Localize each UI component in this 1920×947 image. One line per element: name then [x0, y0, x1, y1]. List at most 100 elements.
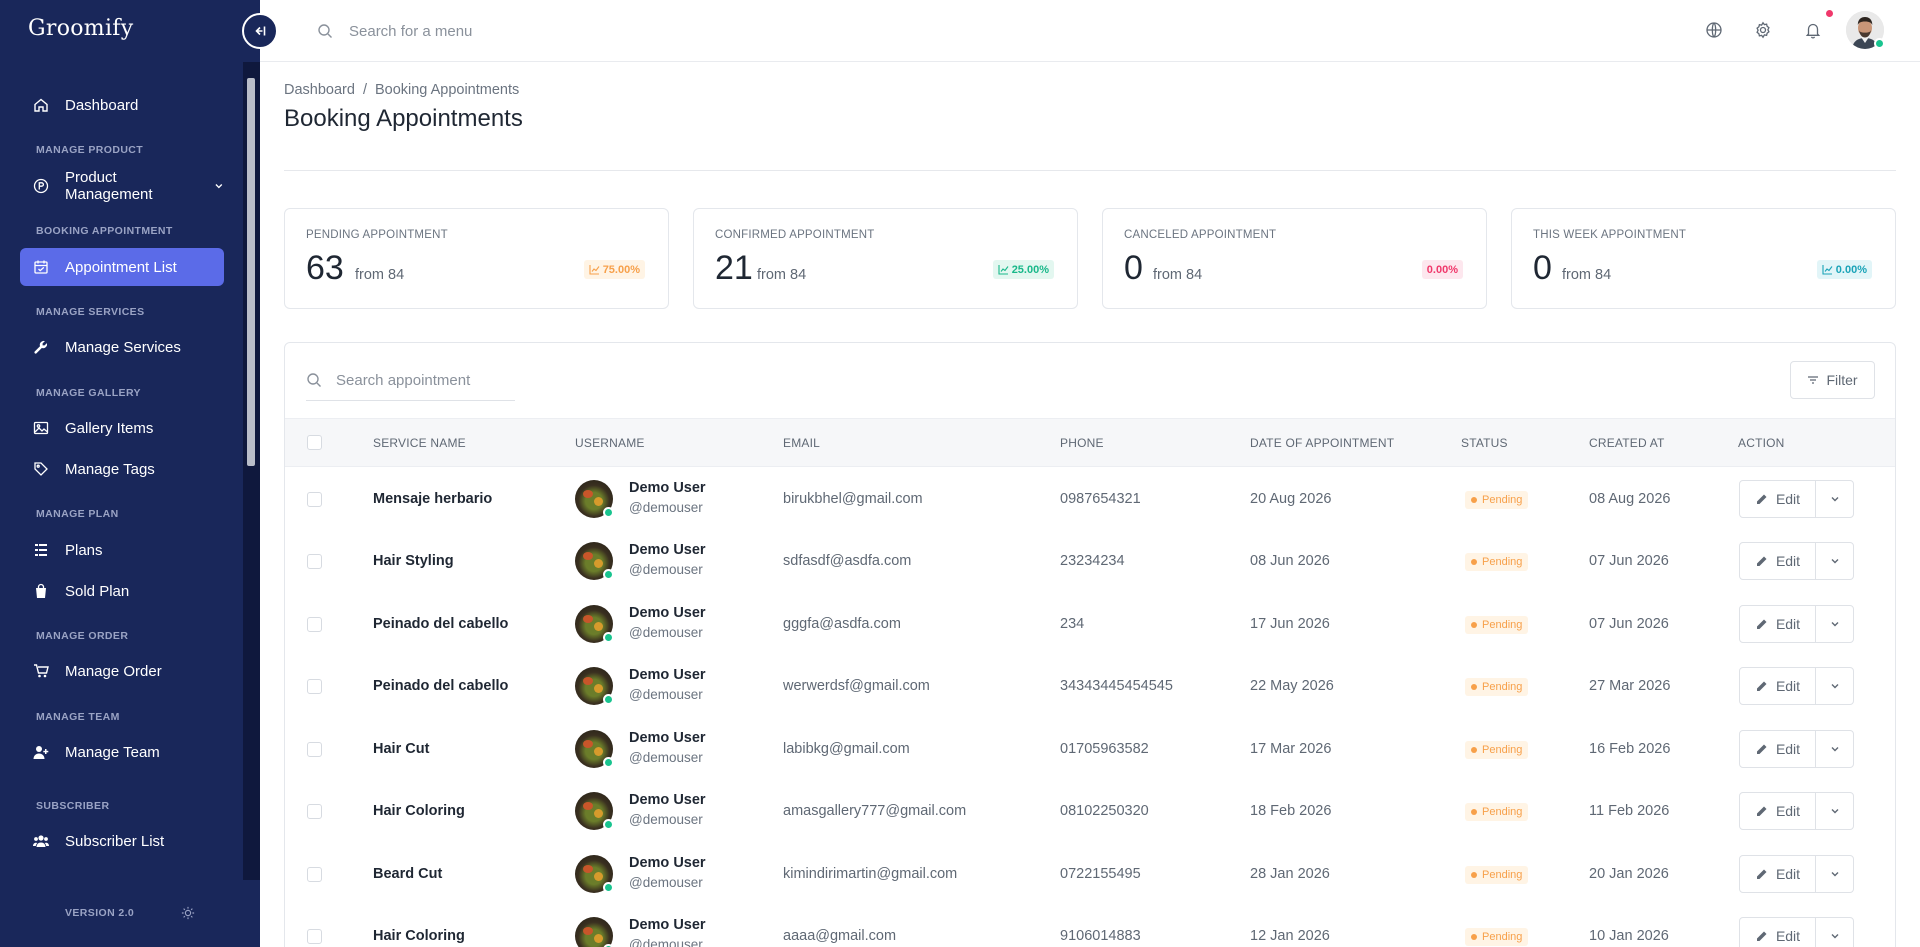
service-name-cell: Hair Cut — [373, 741, 430, 757]
email-cell: sdfasdf@asdfa.com — [783, 553, 912, 569]
row-checkbox[interactable] — [307, 804, 322, 819]
table-row: Hair Styling Demo User @demouser sdfasdf@as… — [285, 530, 1895, 593]
email-cell: kimindirimartin@gmail.com — [783, 866, 958, 882]
sidebar-item-appointment-list[interactable]: Appointment List — [20, 248, 224, 286]
sidebar-item-label: Dashboard — [65, 96, 139, 114]
sidebar-item-product-management[interactable]: Product Management — [20, 167, 224, 205]
user-handle: @demouser — [629, 500, 703, 515]
column-header-service-name[interactable]: SERVICE NAME — [373, 436, 466, 450]
sidebar-item-manage-team[interactable]: Manage Team — [20, 733, 224, 771]
row-actions-dropdown[interactable] — [1815, 667, 1854, 705]
pencil-icon — [1756, 681, 1767, 691]
appointments-table-card: Filter SERVICE NAME USERNAME EMAIL PHONE… — [284, 342, 1896, 947]
section-label-manage-order: MANAGE ORDER — [36, 630, 129, 642]
chevron-down-icon — [1831, 934, 1838, 939]
sidebar-item-gallery-items[interactable]: Gallery Items — [20, 409, 224, 447]
sidebar-collapse-button[interactable] — [242, 13, 278, 49]
date-cell: 22 May 2026 — [1250, 678, 1334, 694]
edit-button[interactable]: Edit — [1739, 730, 1816, 768]
table-row: Hair Cut Demo User @demouser labibkg@gmail.… — [285, 718, 1895, 781]
row-actions-dropdown[interactable] — [1815, 730, 1854, 768]
email-cell: amasgallery777@gmail.com — [783, 803, 967, 819]
appointment-search-input[interactable] — [336, 367, 516, 393]
edit-button[interactable]: Edit — [1739, 542, 1816, 580]
row-checkbox[interactable] — [307, 617, 322, 632]
phone-cell: 34343445454545 — [1060, 678, 1173, 694]
created-at-cell: 07 Jun 2026 — [1589, 553, 1669, 569]
sidebar-item-dashboard[interactable]: Dashboard — [20, 86, 224, 124]
gear-icon[interactable] — [1754, 21, 1772, 39]
breadcrumb-home-link[interactable]: Dashboard — [284, 82, 355, 98]
edit-button[interactable]: Edit — [1739, 605, 1816, 643]
sun-icon[interactable] — [181, 906, 195, 920]
pencil-icon — [1756, 619, 1767, 629]
row-actions-dropdown[interactable] — [1815, 855, 1854, 893]
filter-button[interactable]: Filter — [1790, 361, 1875, 399]
sidebar-scrollbar[interactable] — [243, 62, 260, 880]
edit-label: Edit — [1775, 866, 1801, 882]
table-row: Peinado del cabello Demo User @demouser ggg… — [285, 593, 1895, 656]
status-badge: Pending — [1465, 553, 1529, 571]
stat-badge-value: 75.00% — [602, 263, 640, 276]
sidebar-item-subscriber-list[interactable]: Subscriber List — [20, 822, 224, 860]
search-icon — [307, 373, 321, 387]
pencil-icon — [1756, 931, 1767, 941]
column-header-email[interactable]: EMAIL — [783, 436, 820, 450]
brand-logo[interactable]: Groomify — [28, 16, 133, 41]
user-handle: @demouser — [629, 687, 703, 702]
user-avatar — [575, 917, 613, 947]
edit-button[interactable]: Edit — [1739, 667, 1816, 705]
sidebar-item-manage-tags[interactable]: Manage Tags — [20, 450, 224, 488]
calendar-check-icon — [33, 259, 49, 275]
online-status-dot — [603, 632, 614, 643]
phone-cell: 9106014883 — [1060, 928, 1141, 944]
globe-icon[interactable] — [1705, 21, 1723, 39]
column-header-username[interactable]: USERNAME — [575, 436, 645, 450]
phone-cell: 0987654321 — [1060, 491, 1141, 507]
user-name: Demo User — [629, 792, 706, 808]
online-status-dot — [603, 694, 614, 705]
topbar — [260, 0, 1920, 62]
column-header-phone[interactable]: PHONE — [1060, 436, 1104, 450]
sidebar-scrollbar-thumb[interactable] — [247, 78, 255, 466]
edit-button[interactable]: Edit — [1739, 480, 1816, 518]
row-checkbox[interactable] — [307, 679, 322, 694]
edit-button[interactable]: Edit — [1739, 917, 1816, 947]
column-header-created-at[interactable]: CREATED AT — [1589, 436, 1665, 450]
sidebar-item-manage-services[interactable]: Manage Services — [20, 328, 224, 366]
menu-search-input[interactable] — [349, 19, 649, 43]
status-dot — [1471, 809, 1477, 815]
sidebar-item-manage-order[interactable]: Manage Order — [20, 652, 224, 690]
select-all-checkbox[interactable] — [307, 435, 322, 450]
status-label: Pending — [1482, 744, 1523, 756]
row-checkbox[interactable] — [307, 492, 322, 507]
chevron-down-icon — [1831, 747, 1838, 752]
row-checkbox[interactable] — [307, 929, 322, 944]
row-checkbox[interactable] — [307, 867, 322, 882]
row-checkbox[interactable] — [307, 742, 322, 757]
stat-value: 0 — [1124, 249, 1143, 287]
row-actions-dropdown[interactable] — [1815, 480, 1854, 518]
edit-button[interactable]: Edit — [1739, 792, 1816, 830]
sidebar-item-sold-plan[interactable]: Sold Plan — [20, 572, 224, 610]
status-badge: Pending — [1465, 866, 1529, 884]
column-header-date[interactable]: DATE OF APPOINTMENT — [1250, 436, 1394, 450]
section-label-manage-team: MANAGE TEAM — [36, 711, 120, 723]
table-header: SERVICE NAME USERNAME EMAIL PHONE DATE O… — [285, 418, 1895, 467]
user-handle: @demouser — [629, 562, 703, 577]
chevron-down-icon — [1831, 622, 1838, 627]
edit-button[interactable]: Edit — [1739, 855, 1816, 893]
sidebar-item-plans[interactable]: Plans — [20, 531, 224, 569]
phone-cell: 0722155495 — [1060, 866, 1141, 882]
bell-icon[interactable] — [1804, 21, 1822, 39]
date-cell: 20 Aug 2026 — [1250, 491, 1332, 507]
row-checkbox[interactable] — [307, 554, 322, 569]
stat-from: from 84 — [1153, 267, 1203, 283]
row-actions-dropdown[interactable] — [1815, 542, 1854, 580]
row-actions-dropdown[interactable] — [1815, 605, 1854, 643]
table-row: Mensaje herbario Demo User @demouser birukb… — [285, 468, 1895, 531]
edit-label: Edit — [1775, 678, 1801, 694]
column-header-status[interactable]: STATUS — [1461, 436, 1508, 450]
row-actions-dropdown[interactable] — [1815, 792, 1854, 830]
row-actions-dropdown[interactable] — [1815, 917, 1854, 947]
